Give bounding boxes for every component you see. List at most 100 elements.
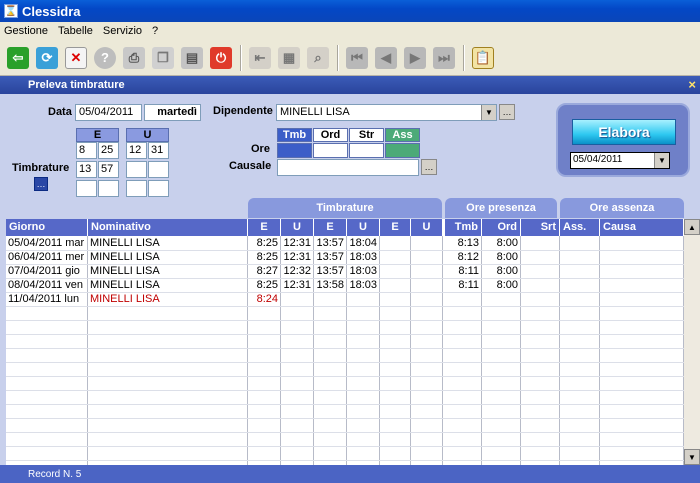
column-header-7[interactable]: U (411, 219, 443, 236)
nav-last-button[interactable]: ⏭ (430, 44, 458, 72)
chevron-down-icon[interactable]: ▼ (481, 105, 496, 120)
cell-ord: 8:00 (496, 265, 518, 277)
u3-hour[interactable] (126, 180, 147, 197)
column-header-8[interactable]: Tmb (445, 219, 482, 236)
menu-gestione[interactable]: Gestione (4, 25, 48, 37)
delete-icon: ✕ (65, 46, 87, 69)
cell-u1: 12:32 (283, 265, 311, 277)
menu-tabelle[interactable]: Tabelle (58, 25, 93, 37)
save-button[interactable]: ▤ (178, 44, 206, 72)
cell-weekday: ven (65, 279, 83, 291)
causale-field[interactable] (277, 159, 419, 176)
u2-hour[interactable] (126, 161, 147, 178)
window-title: Clessidra (22, 3, 81, 19)
nav-next-button[interactable]: ▶ (401, 44, 429, 72)
refresh-button[interactable]: ⟳ (33, 44, 61, 72)
column-header-10[interactable]: Srt (521, 219, 560, 236)
e3-min[interactable] (98, 180, 119, 197)
u1-hour[interactable]: 12 (126, 142, 147, 159)
column-header-1[interactable]: Nominativo (88, 219, 248, 236)
column-header-11[interactable]: Ass. (560, 219, 600, 236)
column-header-2[interactable]: E (248, 219, 281, 236)
exit-arrow-icon: ⇦ (7, 46, 29, 69)
cell-tmb: 8:12 (457, 251, 479, 263)
ore-ord-header: Ord (313, 128, 348, 142)
e2-min[interactable]: 57 (98, 161, 119, 178)
filter-button[interactable]: ⇤ (246, 44, 274, 72)
cell-date: 07/04/2011 (8, 265, 63, 277)
nav-first-button[interactable]: ⏮ (343, 44, 371, 72)
chevron-down-icon[interactable]: ▼ (654, 153, 669, 168)
cell-giorno: 11/04/2011 lun (8, 292, 85, 306)
search-button[interactable]: ⌕ (304, 44, 332, 72)
timbrature-lookup-button[interactable]: … (34, 177, 48, 191)
toolbar: ⇦ ⟳ ✕ ? ⎙ ❐ ▤ ⏻ ⇤ ▦ ⌕ ⏮ ◀ ▶ ⏭ 📋 (0, 40, 700, 76)
clipboard-icon: 📋 (472, 46, 494, 69)
data-label: Data (48, 106, 72, 118)
cell-giorno: 07/04/2011 gio (8, 264, 85, 278)
cell-weekday: mer (65, 251, 85, 263)
cell-weekday: mar (65, 237, 85, 249)
cell-u1: 12:31 (283, 251, 311, 263)
row-separator (6, 390, 684, 391)
row-separator (6, 404, 684, 405)
u2-min[interactable] (148, 161, 169, 178)
cell-nome: MINELLI LISA (90, 237, 160, 249)
column-header-5[interactable]: U (347, 219, 380, 236)
cell-ord: 8:00 (496, 279, 518, 291)
column-header-6[interactable]: E (380, 219, 411, 236)
cell-weekday: lun (64, 293, 80, 305)
column-header-3[interactable]: U (281, 219, 314, 236)
prev-record-icon: ◀ (375, 46, 397, 69)
power-icon: ⏻ (210, 46, 232, 69)
ore-str-cell (349, 143, 384, 158)
row-separator (6, 446, 684, 447)
ore-str-header: Str (349, 128, 384, 142)
cell-e1: 8:25 (256, 279, 278, 291)
nav-prev-button[interactable]: ◀ (372, 44, 400, 72)
e1-min[interactable]: 25 (98, 142, 119, 159)
print-button[interactable]: ⎙ (120, 44, 148, 72)
column-header-9[interactable]: Ord (482, 219, 521, 236)
power-button[interactable]: ⏻ (207, 44, 235, 72)
row-separator (6, 348, 684, 349)
column-header-0[interactable]: Giorno (6, 219, 88, 236)
dipendente-select[interactable]: MINELLI LISA ▼ (276, 104, 497, 121)
menu-servizio[interactable]: Servizio (103, 25, 142, 37)
group-ore-presenza: Ore presenza (445, 198, 557, 218)
causale-lookup-button[interactable]: … (421, 159, 437, 175)
cell-weekday: gio (65, 265, 80, 277)
toolbar-separator (463, 44, 465, 71)
scroll-down-icon[interactable]: ▼ (684, 449, 700, 465)
e3-hour[interactable] (76, 180, 97, 197)
calculator-button[interactable]: ▦ (275, 44, 303, 72)
cell-tmb: 8:13 (457, 237, 479, 249)
copy-button[interactable]: ❐ (149, 44, 177, 72)
vertical-scrollbar[interactable]: ▲ ▼ (684, 219, 700, 465)
u3-min[interactable] (148, 180, 169, 197)
clipboard-button[interactable]: 📋 (469, 44, 497, 72)
panel-titlebar: Preleva timbrature × (0, 76, 700, 94)
cell-u1: 12:31 (283, 279, 311, 291)
dipendente-lookup-button[interactable]: … (499, 104, 515, 120)
menu-help[interactable]: ? (152, 25, 158, 37)
cell-giorno: 08/04/2011 ven (8, 278, 85, 292)
row-separator (6, 376, 684, 377)
printer-icon: ⎙ (123, 46, 145, 69)
data-field[interactable]: 05/04/2011 (75, 104, 142, 121)
e2-hour[interactable]: 13 (76, 161, 97, 178)
elabora-button[interactable]: Elabora (572, 119, 676, 145)
cell-e1: 8:25 (256, 251, 278, 263)
exit-button[interactable]: ⇦ (4, 44, 32, 72)
panel-close-icon[interactable]: × (688, 77, 696, 92)
timbrature-grid: Giorno Nominativo E U E U E U Tmb Ord Srt Ass. Causa… (6, 219, 684, 465)
magnifier-icon: ⌕ (307, 46, 329, 69)
e1-hour[interactable]: 8 (76, 142, 97, 159)
column-header-12[interactable]: Causa (600, 219, 684, 236)
elabora-date-select[interactable]: 05/04/2011 ▼ (570, 152, 670, 169)
scroll-up-icon[interactable]: ▲ (684, 219, 700, 235)
help-button[interactable]: ? (91, 44, 119, 72)
column-header-4[interactable]: E (314, 219, 347, 236)
delete-button[interactable]: ✕ (62, 44, 90, 72)
u1-min[interactable]: 31 (148, 142, 169, 159)
